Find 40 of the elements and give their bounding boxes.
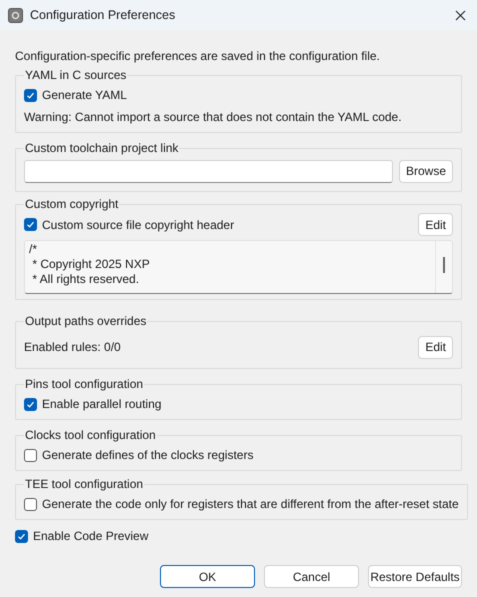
- group-title: Clocks tool configuration: [24, 427, 157, 444]
- checkbox[interactable]: [24, 398, 37, 410]
- checkmark-icon: [17, 532, 26, 540]
- checkbox-label: Generate YAML: [42, 87, 127, 104]
- button[interactable]: Browse: [398, 160, 453, 182]
- group-title: Pins tool configuration: [24, 376, 144, 393]
- checkbox[interactable]: [15, 530, 28, 542]
- group-title: Custom copyright: [24, 196, 120, 213]
- checkbox-label: Generate defines of the clocks registers: [42, 447, 254, 464]
- checkbox-label: Enable Code Preview: [33, 528, 148, 545]
- checkbox[interactable]: [24, 498, 37, 510]
- group-title: Output paths overrides: [24, 313, 148, 330]
- info-text: Warning: Cannot import a source that does not contain the YAML code.: [24, 109, 402, 126]
- dialog-button[interactable]: OK: [160, 565, 255, 588]
- input-field[interactable]: [24, 160, 393, 182]
- checkbox[interactable]: [24, 88, 37, 102]
- dialog-button[interactable]: Restore Defaults: [368, 565, 462, 588]
- code-line: /*: [29, 242, 38, 257]
- group-title: YAML in C sources: [24, 67, 128, 84]
- description-text: Configuration-specific preferences are saved in the configuration file.: [15, 48, 381, 65]
- group-title: TEE tool configuration: [24, 476, 144, 493]
- info-text: Enabled rules: 0/0: [24, 339, 121, 356]
- dialog-button[interactable]: Cancel: [264, 565, 359, 588]
- checkmark-icon: [26, 90, 35, 100]
- text-area[interactable]: /* * Copyright 2025 NXP * All rights reserved.: [24, 240, 453, 294]
- close-icon[interactable]: [453, 8, 467, 22]
- app-icon: [8, 8, 23, 22]
- checkmark-icon: [26, 400, 35, 408]
- code-line: * Copyright 2025 NXP: [31, 257, 151, 272]
- button[interactable]: Edit: [418, 213, 453, 236]
- checkbox-label: Custom source file copyright header: [42, 216, 234, 234]
- button[interactable]: Edit: [418, 336, 453, 358]
- checkmark-icon: [26, 220, 35, 229]
- checkbox-label: Generate the code only for registers that are different from the after-reset state: [42, 496, 459, 513]
- checkbox[interactable]: [24, 448, 37, 462]
- checkbox[interactable]: [24, 218, 37, 231]
- group-title: Custom toolchain project link: [24, 140, 180, 157]
- code-line: * All rights reserved.: [31, 272, 140, 287]
- window-title: Configuration Preferences: [30, 6, 176, 24]
- checkbox-label: Enable parallel routing: [42, 396, 162, 413]
